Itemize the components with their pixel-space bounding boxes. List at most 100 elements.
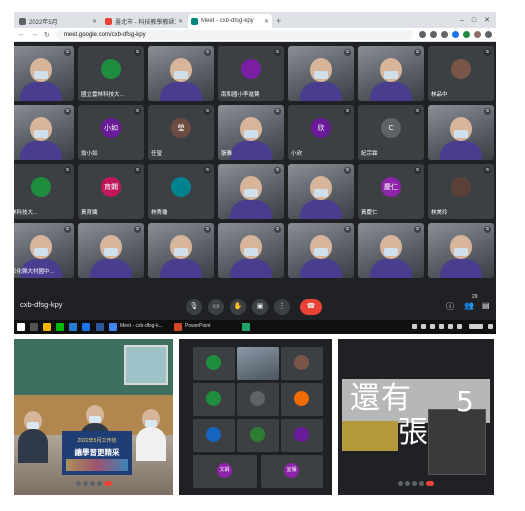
participant-tile[interactable]: ⦸ 南和國小李進賢 (218, 46, 284, 101)
participant-tile[interactable]: ⦸ (288, 46, 354, 101)
close-icon[interactable]: ✕ (178, 18, 183, 25)
mini-tile (193, 347, 235, 380)
participant-tile[interactable]: ⦸ (218, 164, 284, 219)
close-icon[interactable]: ✕ (92, 18, 97, 25)
avatar (241, 59, 261, 79)
share-icon[interactable] (430, 31, 437, 38)
participant-tile[interactable]: C ⦸ 紀宗霖 (358, 105, 424, 160)
close-icon[interactable]: ✕ (264, 18, 269, 25)
mic-off-icon: ⦸ (204, 108, 211, 115)
present-button[interactable]: ▣ (252, 299, 268, 315)
participant-grid: ⦸⦸國立雲林科技大...⦸⦸南和國小李進賢⦸⦸⦸林品中⦸林政儀⦸小如⦸翁小如瑩⦸… (14, 42, 496, 290)
maximize-icon[interactable]: □ (472, 14, 476, 28)
participant-tile[interactable]: ⦸ (428, 223, 494, 278)
participant-tile[interactable]: ⦸ (288, 164, 354, 219)
participant-tile[interactable]: ⦸ (428, 105, 494, 160)
participant-tile[interactable]: ⦸ 彰化縣大村國中... (14, 223, 74, 278)
avatar: 慶仁 (381, 177, 401, 197)
mini-tile (281, 347, 323, 380)
end-call-button[interactable]: ☎ (300, 299, 322, 315)
mic-off-icon: ⦸ (344, 226, 351, 233)
task-view-icon[interactable] (30, 323, 38, 331)
url-field[interactable]: meet.google.com/cxb-dfsg-kpy (55, 29, 413, 40)
participant-video (310, 235, 332, 259)
participant-tile[interactable]: 慶仁 ⦸ 黃慶仁 (358, 164, 424, 219)
participant-tile[interactable]: ⦸ 林科技大... (14, 164, 74, 219)
line-icon[interactable] (56, 323, 64, 331)
browser-tab-2[interactable]: 臺北市 - 科技教學教師工作坊... ✕ (102, 14, 186, 28)
excel-icon[interactable] (242, 323, 250, 331)
reload-icon[interactable]: ↻ (44, 31, 50, 39)
participant-tile[interactable]: ⦸ 張雅 (218, 105, 284, 160)
slide-text-sheets: 張 (398, 415, 428, 450)
participant-video-body (20, 82, 62, 101)
participant-tile[interactable]: ⦸ 林秀瓊 (148, 164, 214, 219)
taskbar-item-meet[interactable]: Meet - cxb-dfsg-k... (120, 323, 163, 329)
browser-tab-3[interactable]: Meet - cxb-dfsg-kpy ✕ (188, 14, 272, 28)
forward-icon[interactable]: → (31, 31, 38, 38)
participant-video (170, 58, 192, 82)
extension-icon[interactable] (452, 31, 459, 38)
tray-icon[interactable] (430, 324, 435, 329)
taskbar-item-powerpoint[interactable]: PowerPoint (185, 323, 211, 329)
back-icon[interactable]: ← (18, 31, 25, 38)
participant-tile[interactable]: ⦸ (358, 223, 424, 278)
windows-start-icon[interactable] (17, 323, 25, 331)
mic-off-icon: ⦸ (414, 167, 421, 174)
word-icon[interactable] (69, 323, 77, 331)
mic-off-icon: ⦸ (204, 49, 211, 56)
tray-icon[interactable] (448, 324, 453, 329)
participant-tile[interactable]: ⦸ (148, 223, 214, 278)
new-tab-icon[interactable]: + (276, 14, 281, 28)
mic-off-icon: ⦸ (274, 49, 281, 56)
more-options-button[interactable]: ⋮ (274, 299, 290, 315)
explorer-icon[interactable] (43, 323, 51, 331)
mini-tile (193, 419, 235, 452)
participant-tile[interactable]: 瑩 ⦸ 任瑩 (148, 105, 214, 160)
edge-icon[interactable] (82, 323, 90, 331)
tray-icon[interactable] (412, 324, 417, 329)
profile-avatar[interactable] (474, 31, 481, 38)
participant-tile[interactable]: ⦸ 林品中 (428, 46, 494, 101)
tray-icon[interactable] (457, 324, 462, 329)
chat-icon[interactable]: ▤ (482, 301, 490, 310)
participant-tile[interactable]: ⦸ 國立雲林科技大... (78, 46, 144, 101)
chrome-icon[interactable] (109, 323, 117, 331)
people-icon[interactable]: 👥 (464, 301, 474, 310)
participant-tile[interactable]: ⦸ (218, 223, 284, 278)
menu-icon[interactable] (485, 31, 492, 38)
outlook-icon[interactable] (96, 323, 104, 331)
participant-tile[interactable]: ⦸ 林美玲 (428, 164, 494, 219)
browser-tab-1[interactable]: 2022年5月 ✕ (16, 14, 100, 28)
clock[interactable] (469, 324, 483, 329)
notification-icon[interactable] (488, 324, 493, 329)
participant-tile[interactable]: ⦸ (14, 46, 74, 101)
star-icon[interactable] (441, 31, 448, 38)
camera-indicator-icon[interactable] (419, 31, 426, 38)
mic-button[interactable]: 🎙 (186, 299, 202, 315)
meeting-code: cxb-dfsg-kpy (20, 300, 63, 309)
mini-tile-video (237, 347, 279, 380)
participant-tile[interactable]: 小如 ⦸ 翁小如 (78, 105, 144, 160)
participant-tile[interactable]: ⦸ (78, 223, 144, 278)
extension-icon[interactable] (463, 31, 470, 38)
participant-tile[interactable]: ⦸ (288, 223, 354, 278)
participant-tile[interactable]: ⦸ (358, 46, 424, 101)
classroom-video-thumbnail: 2022年5月工作坊 讓學習更精采 (14, 339, 173, 495)
powerpoint-icon[interactable] (174, 323, 182, 331)
participant-video (450, 235, 472, 259)
close-window-icon[interactable]: ✕ (484, 14, 490, 28)
tab-label: Meet - cxb-dfsg-kpy (201, 18, 254, 24)
mic-off-icon: ⦸ (204, 226, 211, 233)
participant-video-body (440, 259, 482, 278)
participant-tile[interactable]: ⦸ (148, 46, 214, 101)
tray-icon[interactable] (439, 324, 444, 329)
minimize-icon[interactable]: – (460, 14, 464, 28)
participant-tile[interactable]: ⦸ (14, 105, 74, 160)
info-icon[interactable]: ⓘ (446, 301, 454, 312)
participant-tile[interactable]: 欣 ⦸ 小欣 (288, 105, 354, 160)
raise-hand-button[interactable]: ✋ (230, 299, 246, 315)
camera-button[interactable]: ▭ (208, 299, 224, 315)
participant-tile[interactable]: 育嫻 ⦸ 黃育嫻 (78, 164, 144, 219)
tray-icon[interactable] (421, 324, 426, 329)
